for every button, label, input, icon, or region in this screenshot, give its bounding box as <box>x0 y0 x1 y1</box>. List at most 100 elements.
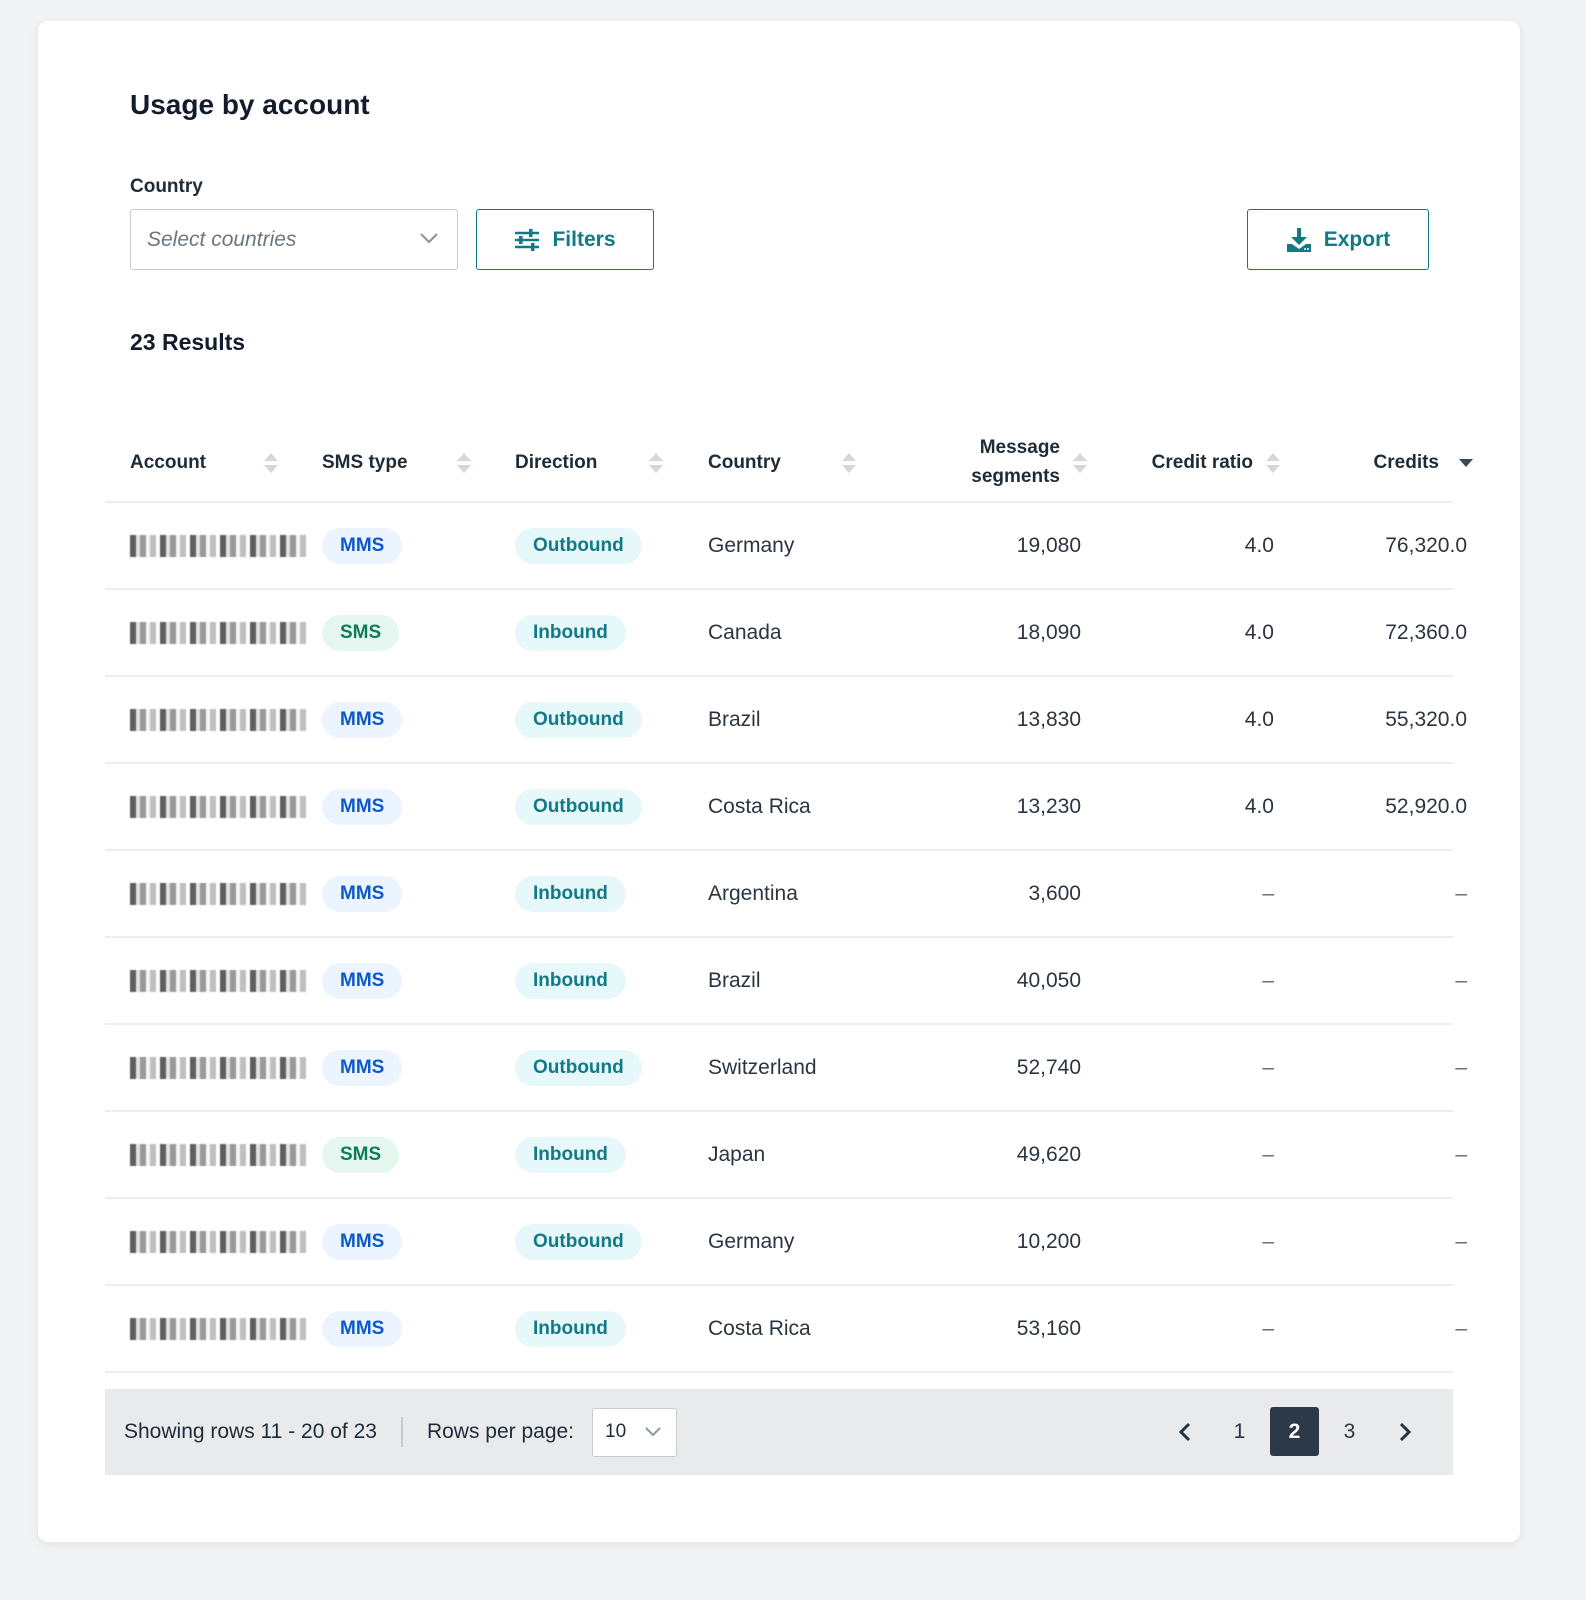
direction-cell: Inbound <box>515 1286 626 1371</box>
pagination-bar: Showing rows 11 - 20 of 23 Rows per page… <box>105 1389 1453 1475</box>
usage-table: Account SMS type Direction Country Messa… <box>105 421 1473 1373</box>
export-button[interactable]: Export <box>1247 209 1429 270</box>
direction-badge: Inbound <box>515 614 626 651</box>
sms-type-cell: MMS <box>322 1199 403 1284</box>
sms-type-badge: MMS <box>322 962 403 999</box>
direction-cell: Outbound <box>515 1025 642 1110</box>
account-cell <box>130 1112 310 1197</box>
usage-card: Usage by account Country Select countrie… <box>38 21 1520 1542</box>
credits-cell: 72,360.0 <box>1385 620 1467 644</box>
message-segments-cell: 40,050 <box>1016 968 1081 992</box>
account-cell <box>130 851 310 936</box>
column-header-credits[interactable]: Credits <box>1305 421 1473 503</box>
direction-badge: Outbound <box>515 527 642 564</box>
column-header-sms-type[interactable]: SMS type <box>322 421 502 503</box>
credits-cell: 52,920.0 <box>1385 794 1467 818</box>
account-cell <box>130 1199 310 1284</box>
direction-cell: Inbound <box>515 851 626 936</box>
sms-type-badge: SMS <box>322 1136 400 1173</box>
page-2-button[interactable]: 2 <box>1270 1407 1319 1456</box>
credit-ratio-cell: 4.0 <box>1244 794 1274 818</box>
sort-descending-icon <box>1459 459 1473 467</box>
rows-per-page-select[interactable]: 10 <box>592 1407 678 1457</box>
country-select[interactable]: Select countries <box>130 209 458 270</box>
column-header-message-segments[interactable]: Message segments <box>905 421 1087 503</box>
next-page-button[interactable] <box>1380 1407 1429 1456</box>
column-header-account[interactable]: Account <box>130 421 310 503</box>
table-body: MMS Outbound Germany 19,080 4.0 76,320.0 SMS In… <box>105 503 1467 1373</box>
table-row[interactable]: MMS Inbound Argentina 3,600 – – <box>105 851 1467 938</box>
rows-per-page-label: Rows per page: <box>426 1420 575 1443</box>
credit-ratio-cell: 4.0 <box>1244 620 1274 644</box>
sms-type-cell: MMS <box>322 677 403 762</box>
sms-type-cell: SMS <box>322 590 400 675</box>
sort-icon <box>1073 453 1087 473</box>
sms-type-badge: MMS <box>322 1223 403 1260</box>
account-cell <box>130 590 310 675</box>
direction-badge: Inbound <box>515 1310 626 1347</box>
direction-cell: Outbound <box>515 764 642 849</box>
column-label: Account <box>130 451 206 473</box>
column-label: Credits <box>1373 451 1439 473</box>
redacted-account-name <box>130 621 308 644</box>
redacted-account-name <box>130 969 308 992</box>
sms-type-badge: MMS <box>322 788 403 825</box>
sms-type-cell: SMS <box>322 1112 400 1197</box>
direction-badge: Outbound <box>515 1049 642 1086</box>
credit-ratio-cell: – <box>1262 1229 1274 1253</box>
filters-button[interactable]: Filters <box>476 209 654 270</box>
column-label: Message segments <box>971 433 1060 491</box>
column-header-credit-ratio[interactable]: Credit ratio <box>1095 421 1280 503</box>
table-row[interactable]: MMS Outbound Germany 10,200 – – <box>105 1199 1467 1286</box>
sms-type-cell: MMS <box>322 851 403 936</box>
credit-ratio-cell: – <box>1262 1055 1274 1079</box>
account-cell <box>130 1286 310 1371</box>
credit-ratio-cell: – <box>1262 1142 1274 1166</box>
message-segments-cell: 3,600 <box>1028 881 1081 905</box>
table-row[interactable]: MMS Outbound Brazil 13,830 4.0 55,320.0 <box>105 677 1467 764</box>
table-row[interactable]: MMS Inbound Brazil 40,050 – – <box>105 938 1467 1025</box>
credits-cell: – <box>1455 1229 1467 1253</box>
credit-ratio-cell: – <box>1262 968 1274 992</box>
account-cell <box>130 764 310 849</box>
sort-icon <box>1266 453 1280 473</box>
chevron-down-icon <box>420 233 438 244</box>
credits-cell: – <box>1455 881 1467 905</box>
column-header-country[interactable]: Country <box>708 421 888 503</box>
table-row[interactable]: SMS Inbound Japan 49,620 – – <box>105 1112 1467 1199</box>
export-button-label: Export <box>1323 227 1391 251</box>
table-row[interactable]: MMS Outbound Costa Rica 13,230 4.0 52,920.0 <box>105 764 1467 851</box>
sort-icon <box>457 453 471 473</box>
redacted-account-name <box>130 1056 308 1079</box>
column-header-direction[interactable]: Direction <box>515 421 695 503</box>
sms-type-badge: MMS <box>322 1049 403 1086</box>
credit-ratio-cell: – <box>1262 1316 1274 1340</box>
account-cell <box>130 677 310 762</box>
country-cell: Costa Rica <box>708 1316 811 1340</box>
table-row[interactable]: MMS Outbound Switzerland 52,740 – – <box>105 1025 1467 1112</box>
sms-type-cell: MMS <box>322 503 403 588</box>
table-row[interactable]: MMS Inbound Costa Rica 53,160 – – <box>105 1286 1467 1373</box>
redacted-account-name <box>130 882 308 905</box>
sort-icon <box>264 453 278 473</box>
direction-cell: Outbound <box>515 503 642 588</box>
table-row[interactable]: MMS Outbound Germany 19,080 4.0 76,320.0 <box>105 503 1467 590</box>
sms-type-badge: MMS <box>322 701 403 738</box>
column-label: Country <box>708 451 781 473</box>
results-count: 23 Results <box>130 329 246 355</box>
table-row[interactable]: SMS Inbound Canada 18,090 4.0 72,360.0 <box>105 590 1467 677</box>
page-3-button[interactable]: 3 <box>1325 1407 1374 1456</box>
country-cell: Argentina <box>708 881 798 905</box>
account-cell <box>130 938 310 1023</box>
sms-type-cell: MMS <box>322 938 403 1023</box>
prev-page-button[interactable] <box>1160 1407 1209 1456</box>
direction-cell: Inbound <box>515 590 626 675</box>
credit-ratio-cell: 4.0 <box>1244 707 1274 731</box>
divider <box>400 1417 403 1447</box>
page-1-button[interactable]: 1 <box>1215 1407 1264 1456</box>
sms-type-cell: MMS <box>322 764 403 849</box>
direction-cell: Outbound <box>515 1199 642 1284</box>
redacted-account-name <box>130 1230 308 1253</box>
message-segments-cell: 49,620 <box>1016 1142 1081 1166</box>
credits-cell: – <box>1455 1055 1467 1079</box>
